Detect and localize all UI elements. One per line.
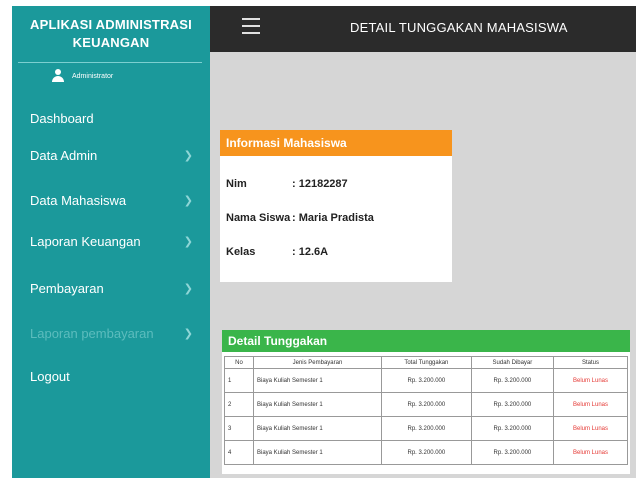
hamburger-icon[interactable] bbox=[242, 18, 260, 34]
student-info-header: Informasi Mahasiswa bbox=[220, 130, 452, 156]
nama-label: Nama Siswa bbox=[226, 212, 291, 224]
sidebar-item-laporan-pembayaran[interactable]: Laporan pembayaran ❯ bbox=[30, 321, 205, 345]
sidebar-item-label: Pembayaran bbox=[30, 280, 104, 296]
nim-row: Nim : 12182287 bbox=[226, 178, 348, 190]
kelas-label: Kelas bbox=[226, 246, 256, 258]
cell-dibayar: Rp. 3.200.000 bbox=[470, 392, 555, 417]
cell-total: Rp. 3.200.000 bbox=[380, 416, 472, 441]
arrears-header: Detail Tunggakan bbox=[222, 330, 630, 352]
col-header-total: Total Tunggakan bbox=[380, 356, 472, 369]
col-header-status: Status bbox=[553, 356, 628, 369]
cell-no: 3 bbox=[224, 416, 254, 441]
cell-no: 4 bbox=[224, 440, 254, 465]
table-header-row: No Jenis Pembayaran Total Tunggakan Suda… bbox=[224, 356, 628, 369]
sidebar-item-label: Data Mahasiswa bbox=[30, 192, 127, 208]
nama-value: : Maria Pradista bbox=[292, 212, 374, 224]
cell-jenis: Biaya Kuliah Semester 1 bbox=[253, 368, 382, 393]
page-title: DETAIL TUNGGAKAN MAHASISWA bbox=[350, 20, 568, 35]
sidebar-item-label: Laporan pembayaran bbox=[30, 325, 154, 341]
sidebar-item-data-admin[interactable]: Data Admin ❯ bbox=[30, 143, 205, 167]
nama-row: Nama Siswa: Maria Pradista bbox=[226, 212, 374, 224]
col-header-no: No bbox=[224, 356, 254, 369]
sidebar-item-label: Data Admin bbox=[30, 147, 98, 163]
sidebar-item-laporan-keuangan[interactable]: Laporan Keuangan ❯ bbox=[30, 229, 205, 253]
status-badge: Belum Lunas bbox=[553, 368, 628, 393]
table-row: 2 Biaya Kuliah Semester 1 Rp. 3.200.000 … bbox=[224, 392, 628, 417]
chevron-right-icon: ❯ bbox=[183, 283, 193, 295]
cell-jenis: Biaya Kuliah Semester 1 bbox=[253, 416, 382, 441]
main-content: Informasi Mahasiswa Nim : 12182287 Nama S… bbox=[210, 52, 636, 478]
table-row: 3 Biaya Kuliah Semester 1 Rp. 3.200.000 … bbox=[224, 416, 628, 441]
cell-total: Rp. 3.200.000 bbox=[380, 368, 472, 393]
user-info: Administrator bbox=[52, 68, 113, 84]
cell-no: 2 bbox=[224, 392, 254, 417]
sidebar-item-dashboard[interactable]: Dashboard bbox=[30, 106, 205, 130]
cell-total: Rp. 3.200.000 bbox=[380, 440, 472, 465]
user-icon bbox=[52, 69, 64, 83]
sidebar-item-pembayaran[interactable]: Pembayaran ❯ bbox=[30, 276, 205, 300]
chevron-right-icon: ❯ bbox=[183, 150, 193, 162]
top-bar: DETAIL TUNGGAKAN MAHASISWA bbox=[210, 6, 636, 52]
col-header-jenis: Jenis Pembayaran bbox=[253, 356, 382, 369]
cell-jenis: Biaya Kuliah Semester 1 bbox=[253, 440, 382, 465]
cell-jenis: Biaya Kuliah Semester 1 bbox=[253, 392, 382, 417]
status-badge: Belum Lunas bbox=[553, 416, 628, 441]
col-header-dibayar: Sudah Dibayar bbox=[470, 356, 555, 369]
status-badge: Belum Lunas bbox=[553, 440, 628, 465]
arrears-card: Detail Tunggakan No Jenis Pembayaran Tot… bbox=[222, 330, 630, 474]
sidebar: APLIKASI ADMINISTRASI KEUANGAN Administr… bbox=[12, 6, 210, 478]
chevron-right-icon: ❯ bbox=[183, 328, 193, 340]
sidebar-item-logout[interactable]: Logout bbox=[30, 364, 205, 388]
cell-dibayar: Rp. 3.200.000 bbox=[470, 440, 555, 465]
cell-no: 1 bbox=[224, 368, 254, 393]
sidebar-item-label: Logout bbox=[30, 368, 70, 384]
sidebar-item-label: Laporan Keuangan bbox=[30, 233, 141, 249]
cell-dibayar: Rp. 3.200.000 bbox=[470, 368, 555, 393]
kelas-row: Kelas : 12.6A bbox=[226, 246, 328, 258]
student-info-card: Informasi Mahasiswa Nim : 12182287 Nama S… bbox=[220, 130, 452, 282]
cell-dibayar: Rp. 3.200.000 bbox=[470, 416, 555, 441]
sidebar-divider bbox=[18, 62, 202, 63]
table-row: 1 Biaya Kuliah Semester 1 Rp. 3.200.000 … bbox=[224, 368, 628, 393]
arrears-table: No Jenis Pembayaran Total Tunggakan Suda… bbox=[224, 356, 628, 465]
sidebar-item-label: Dashboard bbox=[30, 110, 94, 126]
sidebar-item-data-mahasiswa[interactable]: Data Mahasiswa ❯ bbox=[30, 188, 205, 212]
app-brand: APLIKASI ADMINISTRASI KEUANGAN bbox=[30, 17, 192, 50]
nim-label: Nim bbox=[226, 178, 247, 190]
status-badge: Belum Lunas bbox=[553, 392, 628, 417]
chevron-right-icon: ❯ bbox=[183, 236, 193, 248]
table-row: 4 Biaya Kuliah Semester 1 Rp. 3.200.000 … bbox=[224, 440, 628, 465]
nim-value: : 12182287 bbox=[292, 178, 348, 190]
kelas-value: : 12.6A bbox=[292, 246, 329, 258]
chevron-right-icon: ❯ bbox=[183, 195, 193, 207]
cell-total: Rp. 3.200.000 bbox=[380, 392, 472, 417]
user-name: Administrator bbox=[72, 72, 114, 80]
